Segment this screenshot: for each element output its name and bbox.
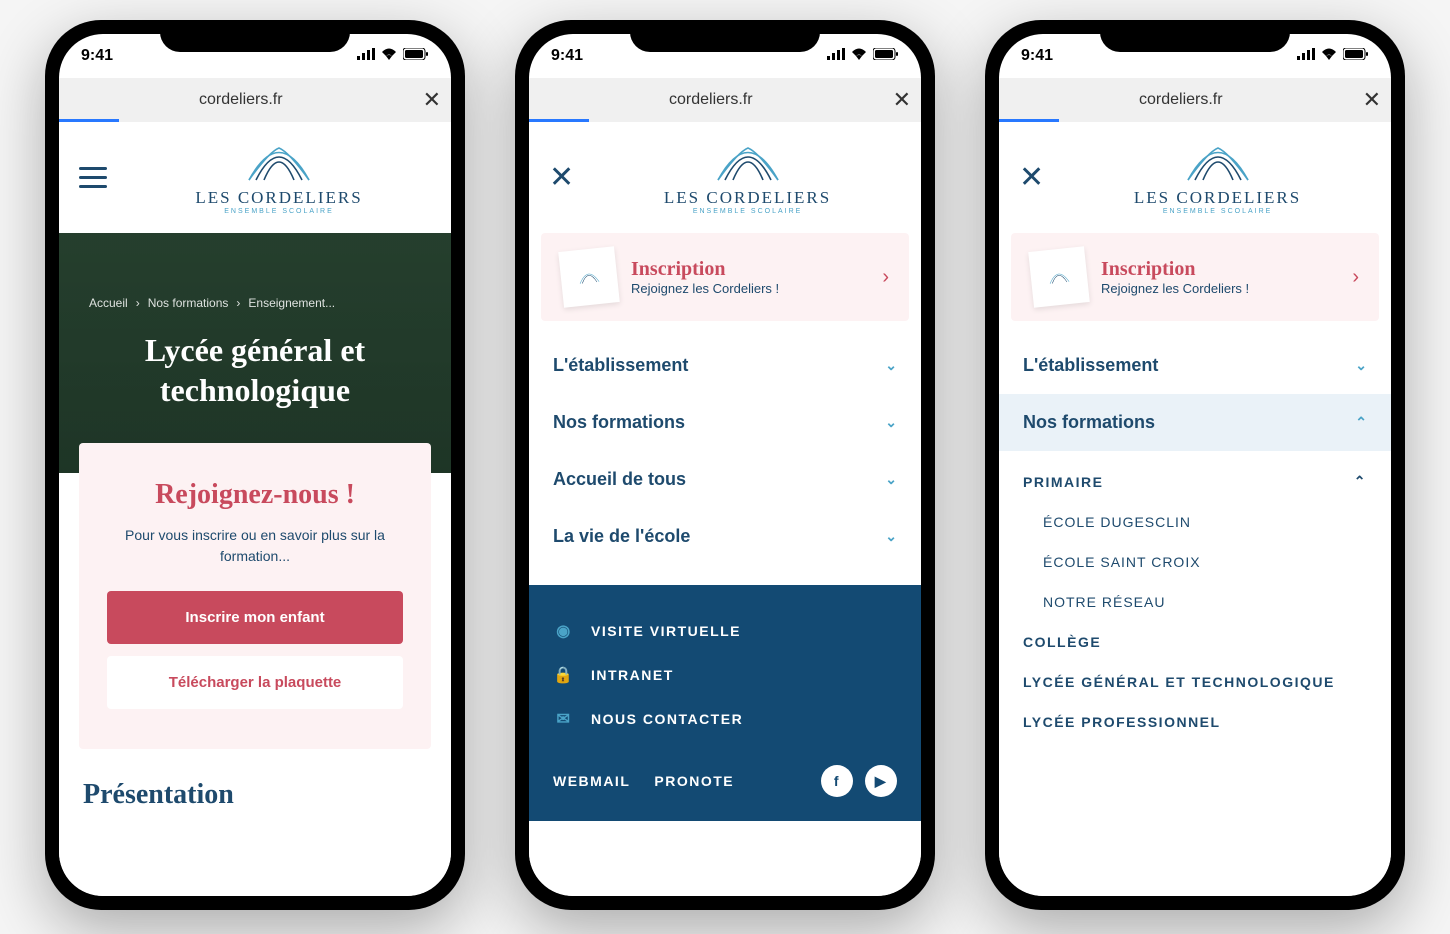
menu-item-etablissement[interactable]: L'établissement ⌄ bbox=[999, 337, 1391, 394]
inscription-thumbnail bbox=[558, 246, 620, 308]
compass-icon: ◉ bbox=[553, 621, 575, 641]
close-icon[interactable]: ✕ bbox=[1363, 87, 1381, 113]
close-icon[interactable]: ✕ bbox=[893, 87, 911, 113]
logo-mark-icon bbox=[713, 140, 783, 184]
chevron-down-icon: ⌄ bbox=[885, 414, 897, 431]
footer-link-contact[interactable]: ✉ NOUS CONTACTER bbox=[553, 697, 897, 741]
inscription-title: Inscription bbox=[1101, 258, 1338, 281]
inscription-thumbnail bbox=[1028, 246, 1090, 308]
status-time: 9:41 bbox=[551, 47, 583, 65]
submenu-link-dugesclin[interactable]: ÉCOLE DUGESCLIN bbox=[1023, 502, 1367, 542]
logo-name: LES CORDELIERS bbox=[664, 188, 831, 208]
signal-icon bbox=[357, 47, 375, 65]
youtube-icon[interactable]: ▶ bbox=[865, 765, 897, 797]
footer-bar-webmail[interactable]: WEBMAIL bbox=[553, 773, 630, 789]
chevron-down-icon: ⌄ bbox=[885, 528, 897, 545]
inscription-banner[interactable]: Inscription Rejoignez les Cordeliers ! › bbox=[541, 233, 909, 321]
footer-link-intranet[interactable]: 🔒 INTRANET bbox=[553, 653, 897, 697]
footer-link-visite[interactable]: ◉ VISITE VIRTUELLE bbox=[553, 609, 897, 653]
hamburger-menu-icon[interactable] bbox=[79, 167, 107, 188]
submenu-link-saint-croix[interactable]: ÉCOLE SAINT CROIX bbox=[1023, 542, 1367, 582]
browser-address-bar[interactable]: cordeliers.fr ✕ bbox=[999, 78, 1391, 122]
hero-title: Lycée général et technologique bbox=[89, 330, 421, 410]
section-heading: Présentation bbox=[59, 749, 451, 811]
signal-icon bbox=[1297, 47, 1315, 65]
logo[interactable]: LES CORDELIERS ENSEMBLE SCOLAIRE bbox=[127, 140, 431, 215]
lock-icon: 🔒 bbox=[553, 665, 575, 685]
logo-mark-icon bbox=[1183, 140, 1253, 184]
status-time: 9:41 bbox=[81, 47, 113, 65]
menu-item-accueil[interactable]: Accueil de tous ⌄ bbox=[529, 451, 921, 508]
battery-icon bbox=[403, 47, 429, 65]
battery-icon bbox=[873, 47, 899, 65]
chevron-up-icon: ⌃ bbox=[1355, 414, 1367, 431]
chevron-down-icon: ⌄ bbox=[885, 471, 897, 488]
arrow-right-icon: › bbox=[1352, 266, 1359, 289]
inscription-banner[interactable]: Inscription Rejoignez les Cordeliers ! › bbox=[1011, 233, 1379, 321]
breadcrumb[interactable]: Accueil› Nos formations› Enseignement... bbox=[89, 296, 421, 310]
menu-item-etablissement[interactable]: L'établissement ⌄ bbox=[529, 337, 921, 394]
logo-tagline: ENSEMBLE SCOLAIRE bbox=[1163, 208, 1272, 215]
card-text: Pour vous inscrire ou en savoir plus sur… bbox=[107, 525, 403, 567]
enroll-button[interactable]: Inscrire mon enfant bbox=[107, 591, 403, 644]
submenu-group-primaire[interactable]: PRIMAIRE ⌃ bbox=[1023, 461, 1367, 502]
phone-notch bbox=[630, 20, 820, 52]
menu-item-vie-ecole[interactable]: La vie de l'école ⌄ bbox=[529, 508, 921, 565]
phone-mockup-2: 9:41 cordeliers.fr ✕ ✕ LES CORDELIERS EN… bbox=[515, 20, 935, 910]
logo-name: LES CORDELIERS bbox=[195, 188, 362, 208]
wifi-icon bbox=[1321, 47, 1337, 65]
cta-card: Rejoignez-nous ! Pour vous inscrire ou e… bbox=[79, 443, 431, 749]
inscription-subtitle: Rejoignez les Cordeliers ! bbox=[1101, 281, 1338, 296]
logo[interactable]: LES CORDELIERS ENSEMBLE SCOLAIRE bbox=[1064, 140, 1371, 215]
submenu-group-lycee-gt[interactable]: LYCÉE GÉNÉRAL ET TECHNOLOGIQUE bbox=[1023, 662, 1367, 702]
chevron-up-icon: ⌃ bbox=[1354, 473, 1367, 490]
facebook-icon[interactable]: f bbox=[821, 765, 853, 797]
progress-bar bbox=[999, 119, 1059, 122]
logo-mark-icon bbox=[244, 140, 314, 184]
close-menu-icon[interactable]: ✕ bbox=[1019, 160, 1044, 195]
phone-mockup-3: 9:41 cordeliers.fr ✕ ✕ LES CORDELIERS EN… bbox=[985, 20, 1405, 910]
footer-links: ◉ VISITE VIRTUELLE 🔒 INTRANET ✉ NOUS CON… bbox=[529, 585, 921, 821]
logo-name: LES CORDELIERS bbox=[1134, 188, 1301, 208]
signal-icon bbox=[827, 47, 845, 65]
submenu-formations: PRIMAIRE ⌃ ÉCOLE DUGESCLIN ÉCOLE SAINT C… bbox=[999, 451, 1391, 742]
menu-item-formations[interactable]: Nos formations ⌄ bbox=[529, 394, 921, 451]
browser-address-bar[interactable]: cordeliers.fr ✕ bbox=[59, 78, 451, 122]
progress-bar bbox=[59, 119, 119, 122]
inscription-subtitle: Rejoignez les Cordeliers ! bbox=[631, 281, 868, 296]
wifi-icon bbox=[851, 47, 867, 65]
logo-tagline: ENSEMBLE SCOLAIRE bbox=[224, 208, 333, 215]
download-brochure-button[interactable]: Télécharger la plaquette bbox=[107, 656, 403, 709]
hero-banner: Accueil› Nos formations› Enseignement...… bbox=[59, 233, 451, 473]
wifi-icon bbox=[381, 47, 397, 65]
chevron-down-icon: ⌄ bbox=[885, 357, 897, 374]
battery-icon bbox=[1343, 47, 1369, 65]
submenu-group-college[interactable]: COLLÈGE bbox=[1023, 622, 1367, 662]
phone-notch bbox=[160, 20, 350, 52]
phone-notch bbox=[1100, 20, 1290, 52]
url-text: cordeliers.fr bbox=[1009, 91, 1353, 109]
card-title: Rejoignez-nous ! bbox=[107, 479, 403, 511]
close-icon[interactable]: ✕ bbox=[423, 87, 441, 113]
close-menu-icon[interactable]: ✕ bbox=[549, 160, 574, 195]
chevron-down-icon: ⌄ bbox=[1355, 357, 1367, 374]
url-text: cordeliers.fr bbox=[69, 91, 413, 109]
browser-address-bar[interactable]: cordeliers.fr ✕ bbox=[529, 78, 921, 122]
url-text: cordeliers.fr bbox=[539, 91, 883, 109]
progress-bar bbox=[529, 119, 589, 122]
logo[interactable]: LES CORDELIERS ENSEMBLE SCOLAIRE bbox=[594, 140, 901, 215]
arrow-right-icon: › bbox=[882, 266, 889, 289]
phone-mockup-1: 9:41 cordeliers.fr ✕ LES CORDE bbox=[45, 20, 465, 910]
submenu-link-reseau[interactable]: NOTRE RÉSEAU bbox=[1023, 582, 1367, 622]
logo-tagline: ENSEMBLE SCOLAIRE bbox=[693, 208, 802, 215]
status-time: 9:41 bbox=[1021, 47, 1053, 65]
footer-bar-pronote[interactable]: PRONOTE bbox=[654, 773, 734, 789]
submenu-group-lycee-pro[interactable]: LYCÉE PROFESSIONNEL bbox=[1023, 702, 1367, 742]
mail-icon: ✉ bbox=[553, 709, 575, 729]
menu-item-formations[interactable]: Nos formations ⌃ bbox=[999, 394, 1391, 451]
inscription-title: Inscription bbox=[631, 258, 868, 281]
